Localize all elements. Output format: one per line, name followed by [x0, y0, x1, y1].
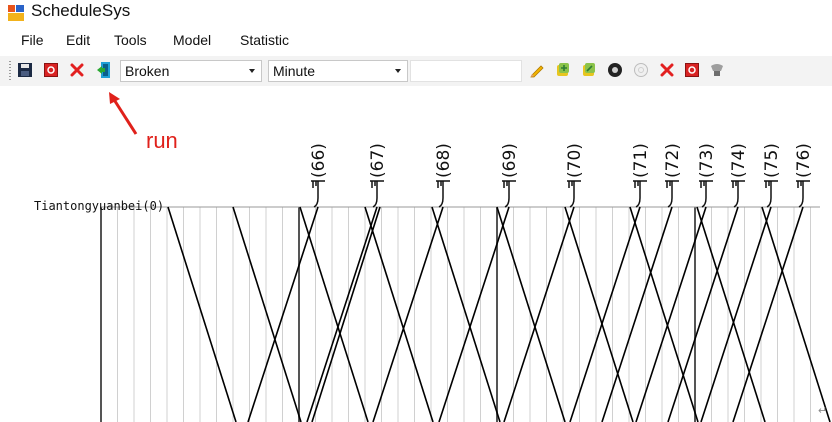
save-icon[interactable] — [17, 62, 33, 78]
close-icon[interactable] — [659, 62, 675, 78]
menu-bar: File Edit Tools Model Statistic — [0, 28, 832, 54]
train-path — [564, 206, 634, 422]
app-icon — [8, 5, 24, 21]
mode-select[interactable]: Broken — [120, 60, 262, 82]
train-label: (67) — [368, 143, 388, 178]
train-path — [167, 206, 237, 422]
train-label: (66) — [309, 143, 329, 178]
timetable-canvas[interactable]: (66) (67) (68) (69) (70) (71) (72) (73) (74) (75)… — [0, 88, 832, 422]
paragraph-mark: ↵ — [818, 405, 828, 417]
menu-statistic[interactable]: Statistic — [240, 32, 289, 48]
stop-icon[interactable] — [684, 62, 700, 78]
add-icon[interactable] — [555, 62, 571, 78]
toolbar-text-input[interactable] — [410, 60, 522, 82]
menu-file[interactable]: File — [21, 32, 44, 48]
train-path — [306, 206, 378, 422]
train-path — [364, 206, 434, 422]
pencil-icon[interactable] — [529, 62, 545, 78]
train-label: (74) — [729, 143, 749, 178]
mode-select-value: Broken — [125, 63, 170, 79]
record-icon[interactable] — [607, 62, 623, 78]
unit-select-value: Minute — [273, 63, 316, 79]
train-path — [431, 206, 501, 422]
edit-icon[interactable] — [581, 62, 597, 78]
train-label: (70) — [565, 143, 585, 178]
train-path — [299, 206, 369, 422]
train-label: (71) — [631, 143, 651, 178]
train-label: (76) — [794, 143, 814, 178]
train-path — [629, 206, 699, 422]
train-path — [696, 206, 766, 422]
toolbar-grip[interactable] — [9, 61, 11, 81]
train-label: (68) — [434, 143, 454, 178]
delete-icon[interactable] — [69, 62, 85, 78]
train-label: (75) — [762, 143, 782, 178]
station-label: Tiantongyuanbei(0) — [34, 199, 165, 213]
train-path — [311, 206, 381, 422]
train-diagram: (66) (67) (68) (69) (70) (71) (72) (73) (74) (75)… — [100, 143, 831, 422]
train-path — [232, 206, 302, 422]
window-title: ScheduleSys — [31, 1, 131, 20]
train-path — [372, 206, 444, 422]
train-label: (69) — [500, 143, 520, 178]
train-path — [761, 206, 831, 422]
title-bar: ScheduleSys — [0, 0, 832, 26]
chevron-down-icon — [249, 69, 255, 73]
brush-icon[interactable] — [709, 62, 725, 78]
train-path — [732, 206, 804, 422]
stop-icon[interactable] — [43, 62, 59, 78]
train-label: (72) — [663, 143, 683, 178]
menu-edit[interactable]: Edit — [66, 32, 90, 48]
run-annotation-label: run — [146, 128, 178, 153]
chevron-down-icon — [395, 69, 401, 73]
menu-model[interactable]: Model — [173, 32, 211, 48]
arrow-annotation — [109, 92, 138, 135]
clear-icon[interactable] — [633, 62, 649, 78]
train-path — [496, 206, 566, 422]
toolbar: Broken Minute — [0, 56, 832, 86]
menu-tools[interactable]: Tools — [114, 32, 147, 48]
unit-select[interactable]: Minute — [268, 60, 408, 82]
train-label: (73) — [697, 143, 717, 178]
train-path — [438, 206, 510, 422]
run-icon[interactable] — [96, 62, 112, 78]
